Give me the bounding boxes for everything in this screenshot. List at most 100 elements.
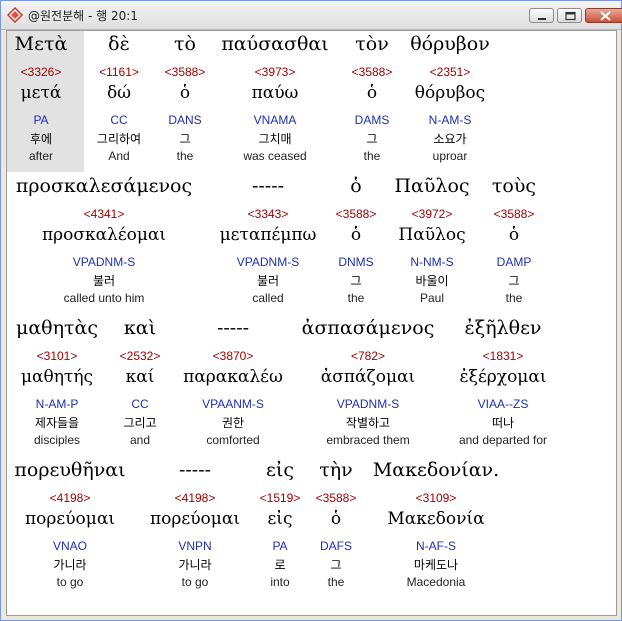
lemma: μαθητής [20,367,94,387]
korean-gloss: 그 [350,274,362,288]
english-gloss: the [176,149,194,163]
parsing-code: PA [33,113,49,127]
english-gloss: And [108,149,130,163]
strong-number: <3101> [36,349,78,363]
lemma: Παῦλος [398,225,466,245]
maximize-icon [565,11,576,21]
parsing-code: VIAA--ZS [477,397,529,411]
maximize-button[interactable] [557,8,582,23]
english-gloss: the [327,575,345,589]
strong-number: <3972> [411,207,453,221]
greek-word: τὸ [174,33,196,55]
lemma: μεταπέμπω [219,225,317,245]
greek-word: τὸν [355,33,389,55]
english-gloss: comforted [206,433,260,447]
close-button[interactable] [585,8,622,23]
english-gloss: called unto him [63,291,145,305]
lemma: Μακεδονία [387,509,485,529]
window-title: @원전분해 - 행 20:1 [28,9,138,23]
english-gloss: the [347,291,365,305]
lemma: δώ [106,83,132,103]
strong-number: <4198> [49,491,91,505]
greek-word: θόρυβον [410,33,490,55]
english-gloss: after [28,149,54,163]
lemma: ὁ [179,83,191,103]
korean-gloss: 그 [508,274,520,288]
parsing-code: VNAO [52,539,88,553]
strong-number: <1519> [259,491,301,505]
english-gloss: Paul [419,291,445,305]
korean-gloss: 불러 [92,274,116,288]
korean-gloss: 바울이 [415,274,449,288]
lemma: παρακαλέω [183,367,283,387]
strong-number: <3326> [20,65,62,79]
greek-word: ----- [216,317,250,339]
korean-gloss: 그치매 [258,132,292,146]
korean-gloss: 로 [274,558,286,572]
parsing-code: DAFS [319,539,353,553]
english-gloss: and departed for [458,433,548,447]
greek-word: ----- [178,459,212,481]
lemma: μετά [20,83,62,103]
lemma: προσκαλέομαι [41,225,167,245]
korean-gloss: 후에 [29,132,53,146]
strong-number: <3588> [315,491,357,505]
close-icon [600,11,611,21]
title-bar[interactable]: @원전분해 - 행 20:1 [1,1,622,30]
minimize-icon [538,18,546,20]
parsing-code: DANS [168,113,202,127]
lemma: ὁ [350,225,362,245]
lemma: ἀσπάζομαι [320,367,416,387]
parsing-code: N-AM-S [428,113,472,127]
greek-word: ἀσπασάμενος [301,317,435,339]
greek-word: εἰς [266,459,294,481]
english-gloss: into [270,575,290,589]
minimize-button[interactable] [529,8,554,23]
strong-number: <3588> [164,65,206,79]
greek-word: Μακεδονίαν. [372,459,500,481]
korean-gloss: 불러 [256,274,280,288]
korean-gloss: 작별하고 [345,416,391,430]
lemma: ὁ [366,83,378,103]
english-gloss: was ceased [243,149,307,163]
greek-word: προσκαλεσάμενος [15,175,193,197]
english-gloss: the [363,149,381,163]
english-gloss: Macedonia [406,575,466,589]
strong-number: <1831> [482,349,524,363]
analysis-pane[interactable]: Μετὰ <3326> μετά PA 후에 after δὲ <1161> δώ CC 그리하여 A… [6,30,617,616]
korean-gloss: 그 [179,132,191,146]
parsing-code: DAMP [496,255,532,269]
parsing-code: CC [110,113,128,127]
parsing-code: VPADNM-S [336,397,400,411]
strong-number: <3109> [415,491,457,505]
parsing-code: VPAANM-S [202,397,264,411]
english-gloss: embraced them [326,433,410,447]
strong-number: <4198> [174,491,216,505]
parsing-code: DAMS [354,113,390,127]
parsing-code: VPADNM-S [72,255,136,269]
parsing-code: VPADNM-S [236,255,300,269]
lemma: εἰς [267,509,293,529]
english-gloss: uproar [432,149,468,163]
strong-number: <3973> [254,65,296,79]
greek-word: ----- [251,175,285,197]
lemma: καί [125,367,155,387]
parsing-code: VNPN [178,539,212,553]
strong-number: <3870> [212,349,254,363]
lemma: ὁ [330,509,342,529]
parsing-code: PA [272,539,288,553]
korean-gloss: 가니라 [178,558,212,572]
strong-number: <3588> [493,207,535,221]
strong-number: <2532> [119,349,161,363]
greek-word: Μετὰ [14,33,68,55]
lemma: πορεύομαι [25,509,115,529]
strong-number: <2351> [429,65,471,79]
greek-word: δὲ [108,33,130,55]
lemma: παύω [251,83,299,103]
greek-word: Παῦλος [394,175,470,197]
english-gloss: called [252,291,284,305]
korean-gloss: 그리하여 [96,132,142,146]
app-window: @원전분해 - 행 20:1 Μετὰ <3326> μετά PA 후에 after δὲ… [0,0,622,621]
korean-gloss: 마케도나 [413,558,459,572]
korean-gloss: 떠나 [491,416,515,430]
